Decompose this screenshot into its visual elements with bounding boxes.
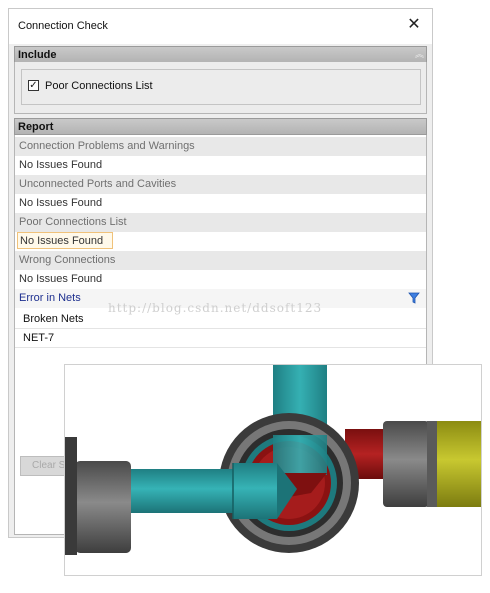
left-coupling[interactable] bbox=[75, 461, 131, 553]
collapse-icon[interactable]: ︽ bbox=[415, 47, 424, 62]
poor-connections-checkbox[interactable]: ✓ bbox=[28, 80, 39, 91]
value-label: No Issues Found bbox=[20, 235, 104, 247]
value-label: No Issues Found bbox=[19, 197, 103, 209]
value-label: No Issues Found bbox=[19, 273, 103, 285]
report-category-row[interactable]: Unconnected Ports and Cavities bbox=[15, 175, 426, 194]
report-section-title: Report bbox=[18, 121, 54, 133]
report-value-row[interactable]: No Issues Found bbox=[15, 156, 426, 175]
report-category-row[interactable]: Poor Connections List bbox=[15, 213, 426, 232]
title-bar: Connection Check ✕ bbox=[9, 9, 432, 44]
report-category-row[interactable]: Wrong Connections bbox=[15, 251, 426, 270]
net-list-item[interactable]: Broken Nets bbox=[15, 310, 426, 329]
selected-highlight: No Issues Found bbox=[17, 232, 113, 249]
include-section-body: ✓ Poor Connections List bbox=[14, 62, 427, 114]
category-label: Poor Connections List bbox=[19, 216, 127, 228]
clear-button-label: Clear S bbox=[32, 460, 66, 471]
report-value-row[interactable]: No Issues Found bbox=[15, 194, 426, 213]
net-list-item[interactable]: NET-7 bbox=[15, 329, 426, 348]
dialog-title: Connection Check bbox=[18, 20, 108, 32]
category-label: Unconnected Ports and Cavities bbox=[19, 178, 177, 190]
report-section-header[interactable]: Report bbox=[14, 118, 427, 135]
category-label: Connection Problems and Warnings bbox=[19, 140, 195, 152]
include-section-title: Include bbox=[18, 49, 57, 61]
yellow-band[interactable] bbox=[437, 421, 482, 507]
pipe-assembly-render bbox=[65, 365, 482, 555]
right-coupling[interactable] bbox=[383, 421, 429, 507]
include-section-header[interactable]: Include ︽ bbox=[14, 46, 427, 63]
left-flange[interactable] bbox=[65, 437, 77, 555]
poor-connections-checkbox-label[interactable]: Poor Connections List bbox=[45, 80, 153, 92]
error-in-nets-header[interactable]: Error in Nets bbox=[15, 289, 426, 308]
net-name: Broken Nets bbox=[23, 313, 84, 325]
filter-icon[interactable] bbox=[408, 292, 420, 304]
pipe-model-viewport[interactable] bbox=[64, 364, 482, 576]
horizontal-pipe[interactable] bbox=[127, 469, 237, 513]
net-name: NET-7 bbox=[23, 332, 55, 344]
error-in-nets-label: Error in Nets bbox=[19, 292, 81, 304]
close-icon[interactable]: ✕ bbox=[404, 15, 424, 35]
report-value-row[interactable]: No Issues Found bbox=[15, 270, 426, 289]
report-category-row[interactable]: Connection Problems and Warnings bbox=[15, 137, 426, 156]
report-value-row-selected[interactable]: No Issues Found bbox=[15, 232, 426, 251]
category-label: Wrong Connections bbox=[19, 254, 116, 266]
horizontal-pipe-collar bbox=[233, 463, 277, 519]
value-label: No Issues Found bbox=[19, 159, 103, 171]
